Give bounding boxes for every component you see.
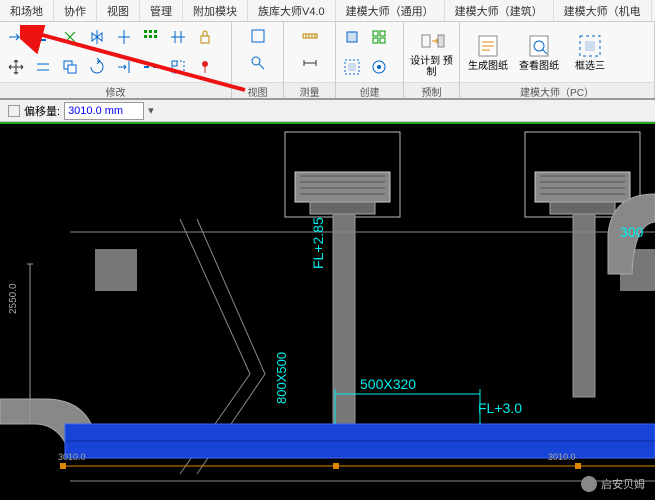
watermark-text: 启安贝姆	[601, 476, 645, 492]
label-500x320: 500X320	[360, 376, 416, 392]
panel-label-measure: 测量	[284, 82, 335, 98]
box-select-button[interactable]: 框选三	[566, 30, 614, 74]
design-to-precast-label: 设计到 预制	[410, 56, 453, 78]
panel-label-pc: 建模大师（PC）	[460, 82, 654, 98]
place-icon[interactable]	[367, 55, 391, 79]
tab-site[interactable]: 和场地	[0, 0, 54, 21]
view-drawing-label: 查看图纸	[519, 61, 559, 72]
tab-manage[interactable]: 管理	[140, 0, 183, 21]
view-drawing-button[interactable]: 查看图纸	[515, 30, 563, 74]
component-icon[interactable]	[367, 25, 391, 49]
panel-pc: 生成图纸 查看图纸 框选三 建模大师（PC）	[460, 22, 655, 98]
tab-addins[interactable]: 附加模块	[183, 0, 248, 21]
label-fl30: FL+3.0	[478, 400, 522, 416]
tab-familylib[interactable]: 族库大师V4.0	[248, 0, 336, 21]
offset-check-icon[interactable]	[8, 105, 20, 117]
label-300: 300	[620, 224, 643, 240]
tab-modeler-general[interactable]: 建模大师（通用）	[336, 0, 445, 21]
label-2550: 2550.0	[8, 283, 19, 314]
design-to-precast-button[interactable]: 设计到 预制	[408, 25, 455, 80]
tab-modeler-mep[interactable]: 建模大师（机电	[554, 0, 652, 21]
wechat-icon	[581, 476, 597, 492]
panel-create: 创建	[336, 22, 404, 98]
tab-collab[interactable]: 协作	[54, 0, 97, 21]
label-800x500: 800X500	[274, 352, 289, 404]
label-3010-left: 3010.0	[58, 452, 86, 462]
tab-view[interactable]: 视图	[97, 0, 140, 21]
watermark: 启安贝姆	[581, 476, 645, 492]
panel-measure: 测量	[284, 22, 336, 98]
panel-precast: 设计到 预制 预制	[404, 22, 460, 98]
element-icon[interactable]	[340, 25, 364, 49]
dimension-icon[interactable]	[298, 51, 322, 75]
tab-modeler-arch[interactable]: 建模大师（建筑）	[445, 0, 554, 21]
cad-drawing	[0, 124, 655, 500]
panel-label-create: 创建	[336, 82, 403, 98]
box-select-label: 框选三	[575, 61, 605, 72]
callout-arrow-icon	[20, 25, 250, 115]
gen-drawing-button[interactable]: 生成图纸	[464, 30, 512, 74]
menu-tabs: 和场地 协作 视图 管理 附加模块 族库大师V4.0 建模大师（通用） 建模大师…	[0, 0, 655, 22]
panel-label-precast: 预制	[404, 82, 459, 98]
label-3010-right: 3010.0	[548, 452, 576, 462]
gen-drawing-label: 生成图纸	[468, 61, 508, 72]
label-fl285: FL+2.85	[310, 217, 326, 269]
ruler-icon[interactable]	[298, 24, 322, 48]
drawing-canvas[interactable]: FL+2.85 FL+3.0 500X320 300 800X500 2550.…	[0, 124, 655, 500]
group-icon[interactable]	[340, 55, 364, 79]
